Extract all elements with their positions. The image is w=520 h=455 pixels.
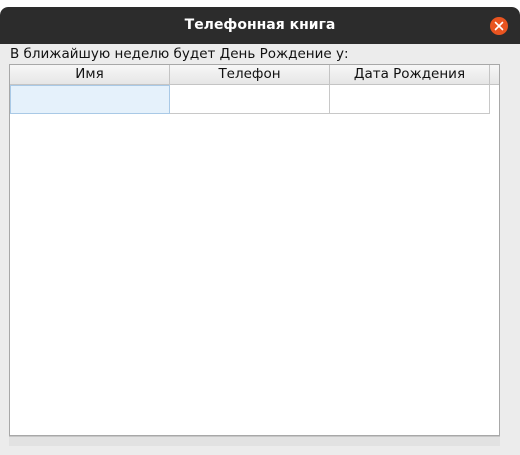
window-title: Телефонная книга (184, 17, 336, 33)
birthday-table[interactable]: Имя Телефон Дата Рождения (9, 64, 500, 436)
table-row[interactable] (10, 85, 490, 114)
table-cell-birthdate[interactable] (330, 85, 490, 114)
close-icon (494, 21, 504, 31)
birthday-caption: В ближайшую неделю будет День Рождение у… (10, 46, 349, 62)
column-header-birthdate[interactable]: Дата Рождения (330, 65, 490, 85)
status-bar (9, 436, 500, 446)
column-header-phone[interactable]: Телефон (170, 65, 330, 85)
table-cell-phone[interactable] (170, 85, 330, 114)
table-header: Имя Телефон Дата Рождения (10, 65, 490, 85)
app-window: Телефонная книга В ближайшую неделю буде… (0, 7, 520, 455)
close-button[interactable] (490, 17, 508, 35)
column-header-name[interactable]: Имя (10, 65, 170, 85)
title-bar[interactable]: Телефонная книга (0, 7, 520, 44)
table-cell-name[interactable] (10, 85, 170, 114)
header-filler (490, 65, 499, 85)
window-content: В ближайшую неделю будет День Рождение у… (0, 44, 520, 455)
